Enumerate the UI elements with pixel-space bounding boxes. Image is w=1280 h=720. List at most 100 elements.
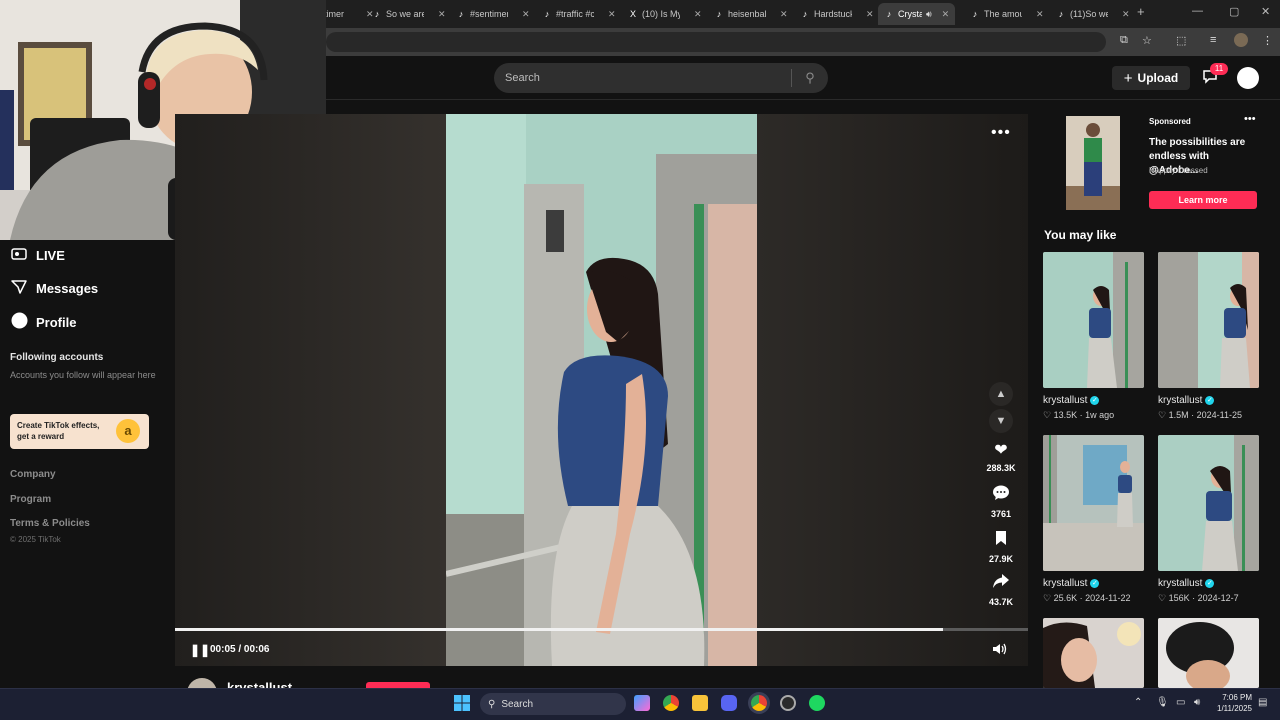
microphone-icon[interactable]: 🎙︎ xyxy=(1156,697,1169,708)
close-icon[interactable]: ✕ xyxy=(1036,9,1044,20)
previous-video-button[interactable]: ▲ xyxy=(989,382,1013,406)
tab-title: (11)So we xyxy=(1070,9,1108,19)
close-window-icon[interactable]: ✕ xyxy=(1261,5,1270,18)
tiktok-icon: ♪ xyxy=(886,9,892,19)
pause-icon[interactable]: ❚❚ xyxy=(190,643,210,657)
copilot-icon[interactable] xyxy=(634,695,650,711)
video-frame[interactable] xyxy=(446,114,757,666)
close-icon[interactable]: ✕ xyxy=(866,9,874,20)
recommendation-card[interactable]: krystallust ✓ ♡ 156K · 2024-12-7 xyxy=(1158,435,1259,604)
file-explorer-icon[interactable] xyxy=(692,695,708,711)
footer-link-company[interactable]: Company xyxy=(10,469,56,480)
sidebar-item-messages[interactable]: Messages xyxy=(10,280,98,297)
inbox-badge: 11 xyxy=(1210,63,1228,75)
new-tab-button[interactable]: + xyxy=(1137,4,1145,19)
sidebar-item-label: Messages xyxy=(36,281,99,296)
left-sidebar: LIVE Messages Profile Following accounts… xyxy=(0,240,175,690)
footer-link-program[interactable]: Program xyxy=(10,494,51,505)
close-icon[interactable]: ✕ xyxy=(522,9,530,20)
tab-title: The amou xyxy=(984,9,1022,19)
recommendation-card[interactable]: krystallust ✓ ♡ 25.6K · 2024-11-22 xyxy=(1043,435,1144,604)
extensions-icon[interactable]: ⬚ xyxy=(1176,34,1186,47)
windows-start-icon[interactable] xyxy=(454,695,470,711)
browser-tab[interactable]: ♪ (11)So we ✕ xyxy=(1050,3,1136,25)
close-icon[interactable]: ✕ xyxy=(942,9,950,20)
copyright-text: © 2025 TikTok xyxy=(10,535,61,544)
plus-icon: + xyxy=(1123,69,1133,87)
chrome-profile-avatar[interactable] xyxy=(1234,33,1248,47)
cast-icon[interactable]: ⧉ xyxy=(1120,34,1128,47)
discord-icon[interactable] xyxy=(721,695,737,711)
player-backdrop-left xyxy=(175,114,446,666)
bookmark-star-icon[interactable]: ☆ xyxy=(1142,34,1152,47)
sidebar-item-profile[interactable]: Profile xyxy=(10,312,76,332)
share-count: 43.7K xyxy=(988,597,1014,607)
minimize-icon[interactable]: — xyxy=(1192,5,1203,17)
tiktok-icon: ♪ xyxy=(716,9,722,19)
ad-thumbnail[interactable] xyxy=(1066,116,1120,210)
tab-title: (10) Is My xyxy=(642,9,680,19)
taskbar-search[interactable]: ⚲ Search xyxy=(480,693,626,715)
browser-tab[interactable]: X (10) Is My ✕ xyxy=(622,3,708,25)
maximize-icon[interactable]: ▢ xyxy=(1229,5,1239,18)
browser-tab[interactable]: ♪ #traffic #c ✕ xyxy=(536,3,622,25)
browser-tab[interactable]: ♪ #sentimen ✕ xyxy=(450,3,536,25)
close-icon[interactable]: ✕ xyxy=(438,9,446,20)
footer-link-terms[interactable]: Terms & Policies xyxy=(10,518,90,529)
tiktok-icon: ♪ xyxy=(458,9,464,19)
chrome-icon[interactable] xyxy=(663,695,679,711)
share-button[interactable]: 43.7K xyxy=(982,573,1020,607)
tray-overflow-icon[interactable]: ⌃ xyxy=(1134,697,1142,708)
heart-outline-icon: ♡ xyxy=(1043,410,1052,420)
media-icon[interactable]: ≡ xyxy=(1210,34,1216,46)
more-options-icon[interactable]: ••• xyxy=(991,124,1011,142)
recommendation-thumbnail xyxy=(1158,435,1259,571)
upload-button[interactable]: + Upload xyxy=(1112,66,1190,90)
search-input[interactable]: Search ⚲ xyxy=(494,63,828,93)
heart-outline-icon: ♡ xyxy=(1158,410,1167,420)
search-icon[interactable]: ⚲ xyxy=(792,70,828,86)
close-icon[interactable]: ✕ xyxy=(694,9,702,20)
sidebar-item-live[interactable]: LIVE xyxy=(10,248,65,263)
audio-icon[interactable]: 🔊︎ xyxy=(926,9,932,20)
browser-tab-active[interactable]: ♪ Crysta 🔊︎ ✕ xyxy=(878,3,956,25)
spotify-icon[interactable] xyxy=(809,695,825,711)
recommendation-card[interactable] xyxy=(1158,618,1259,688)
volume-icon[interactable] xyxy=(992,642,1008,659)
browser-tab[interactable]: ♪ The amou ✕ xyxy=(964,3,1050,25)
user-avatar[interactable] xyxy=(1237,67,1259,89)
recommendation-date: 2024-11-22 xyxy=(1085,593,1131,603)
comment-button[interactable]: 3761 xyxy=(982,485,1020,519)
like-button[interactable]: ❤︎ 288.3K xyxy=(982,442,1020,473)
taskbar-clock[interactable]: 7:06 PM 1/11/2025 xyxy=(1212,692,1252,714)
ad-more-icon[interactable]: ••• xyxy=(1244,113,1256,125)
learn-more-button[interactable]: Learn more xyxy=(1149,191,1257,209)
tab-title: So we are xyxy=(386,9,424,19)
close-icon[interactable]: ✕ xyxy=(1122,9,1130,20)
chrome-menu-icon[interactable]: ⋮ xyxy=(1262,34,1273,47)
chrome-active-icon[interactable] xyxy=(751,695,767,711)
recommendation-card[interactable]: krystallust ✓ ♡ 1.5M · 2024-11-25 xyxy=(1158,252,1259,421)
close-icon[interactable]: ✕ xyxy=(780,9,788,20)
next-video-button[interactable]: ▼ xyxy=(989,409,1013,433)
sidebar-item-label: LIVE xyxy=(36,248,65,263)
notification-icon[interactable]: ▤ xyxy=(1258,697,1267,708)
share-icon xyxy=(982,573,1020,594)
tiktok-icon: ♪ xyxy=(374,9,380,19)
obs-icon[interactable] xyxy=(780,695,796,711)
speaker-icon[interactable]: 🔊︎ xyxy=(1194,697,1200,708)
save-button[interactable]: 27.9K xyxy=(982,530,1020,564)
browser-tab[interactable]: ♪ Hardstuck ✕ xyxy=(794,3,880,25)
browser-tab[interactable]: ♪ heisenbalk ✕ xyxy=(708,3,794,25)
clock-time: 7:06 PM xyxy=(1222,693,1252,702)
address-bar[interactable] xyxy=(326,32,1106,52)
sidebar-item-label: Profile xyxy=(36,314,77,330)
close-icon[interactable]: ✕ xyxy=(608,9,616,20)
effects-reward-icon: a xyxy=(116,419,140,443)
effects-promo-card[interactable]: Create TikTok effects, get a reward a xyxy=(10,414,149,449)
tiktok-icon: ♪ xyxy=(544,9,550,19)
recommendation-card[interactable]: krystallust ✓ ♡ 13.5K · 1w ago xyxy=(1043,252,1144,421)
network-icon[interactable]: ▭ xyxy=(1176,697,1185,708)
browser-tab[interactable]: ♪ So we are ✕ xyxy=(366,3,452,25)
recommendation-card[interactable] xyxy=(1043,618,1144,688)
